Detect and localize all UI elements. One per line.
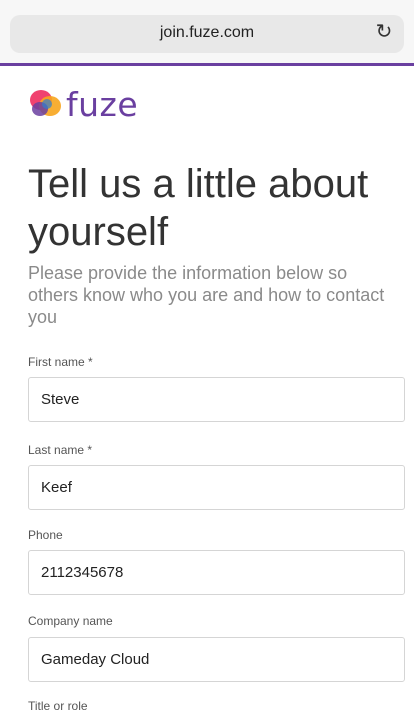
- fuze-logo: fuze: [28, 84, 138, 124]
- last-name-label: Last name *: [28, 443, 93, 457]
- logo-text: fuze: [66, 84, 139, 124]
- company-name-label: Company name: [28, 614, 113, 628]
- last-name-field[interactable]: [28, 465, 405, 510]
- company-name-field[interactable]: [28, 637, 405, 682]
- reload-icon[interactable]: ↻: [374, 22, 394, 42]
- page-subtitle: Please provide the information below so …: [28, 263, 385, 327]
- url-text: join.fuze.com: [159, 24, 255, 41]
- browser-bar: join.fuze.com ↻: [0, 0, 414, 66]
- first-name-label: First name *: [28, 355, 93, 369]
- fuze-logo-mark-icon: [28, 86, 64, 122]
- phone-label: Phone: [28, 528, 63, 542]
- first-name-field[interactable]: [28, 377, 405, 422]
- title-role-label: Title or role: [28, 699, 88, 713]
- address-bar[interactable]: join.fuze.com ↻: [10, 15, 404, 53]
- phone-field[interactable]: [28, 550, 405, 595]
- page-title: Tell us a little about yourself: [28, 162, 369, 254]
